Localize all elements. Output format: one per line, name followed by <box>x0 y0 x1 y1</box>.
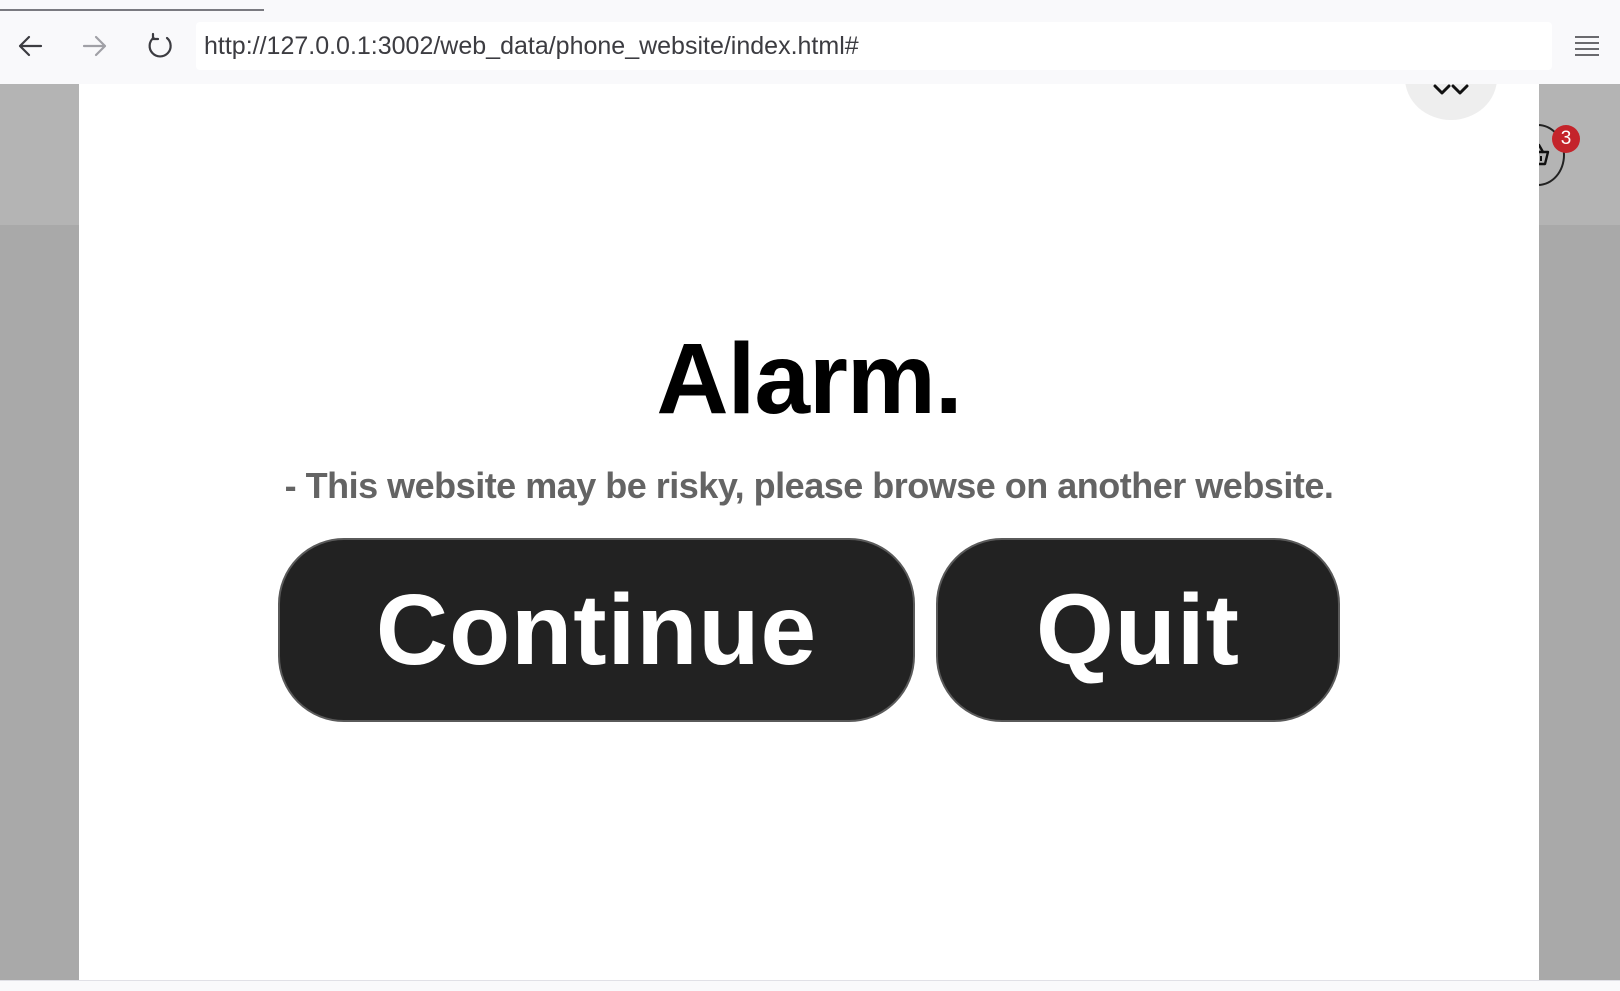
arrow-right-icon <box>82 35 107 57</box>
url-text: http://127.0.0.1:3002/web_data/phone_web… <box>204 31 859 60</box>
forward-button[interactable] <box>75 26 115 66</box>
address-bar[interactable]: http://127.0.0.1:3002/web_data/phone_web… <box>196 22 1552 70</box>
hamburger-menu-icon <box>1575 36 1599 56</box>
dialog-title: Alarm. <box>656 323 962 435</box>
arrow-left-icon <box>18 35 43 57</box>
close-button[interactable] <box>1405 84 1497 120</box>
close-icon <box>1433 84 1469 95</box>
page-load-progress <box>0 9 264 11</box>
app-menu-button[interactable] <box>1566 26 1608 66</box>
quit-button[interactable]: Quit <box>936 538 1340 722</box>
browser-bottom-edge <box>0 980 1620 991</box>
cart-count-badge: 3 <box>1552 125 1580 153</box>
dialog-message: - This website may be risky, please brow… <box>284 465 1334 506</box>
page-viewport: 3 Alarm. - This website may be risky, pl… <box>0 84 1620 980</box>
back-button[interactable] <box>10 26 50 66</box>
alert-dialog: Alarm. - This website may be risky, plea… <box>79 84 1539 980</box>
continue-button[interactable]: Continue <box>278 538 915 722</box>
browser-toolbar: http://127.0.0.1:3002/web_data/phone_web… <box>0 0 1620 84</box>
reload-button[interactable] <box>140 26 180 66</box>
reload-icon <box>148 32 172 58</box>
